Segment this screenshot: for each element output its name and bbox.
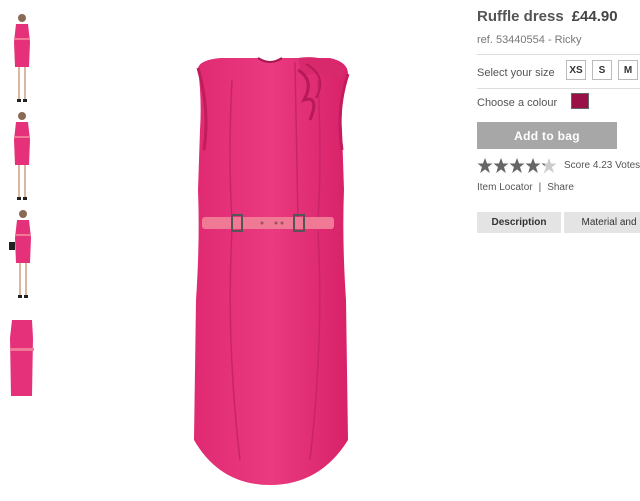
product-info-panel: Ruffle dress £44.90 ref. 53440554 - Ricky… (477, 0, 640, 501)
thumbnail-side-model[interactable] (6, 110, 48, 205)
size-label: Select your size (477, 67, 555, 79)
dress-model-icon (14, 112, 30, 200)
add-to-bag-button[interactable]: Add to bag (477, 122, 617, 149)
title-row: Ruffle dress £44.90 (477, 8, 618, 26)
colour-label: Choose a colour (477, 97, 558, 109)
product-reference: ref. 53440554 - Ricky (477, 34, 582, 46)
size-option-s[interactable]: S (592, 60, 612, 80)
utility-links: Item Locator | Share (477, 182, 574, 193)
colour-swatch[interactable] (571, 93, 589, 109)
product-price: £44.90 (571, 8, 618, 25)
thumbnail-front-model[interactable] (6, 12, 48, 107)
product-title: Ruffle dress (477, 8, 564, 25)
rating-score-text: Score 4.23 Votes (564, 160, 640, 171)
dress-icon (10, 320, 34, 396)
thumbnail-dress-only[interactable] (6, 318, 48, 398)
dress-model-icon (9, 210, 31, 298)
link-separator: | (538, 182, 542, 193)
star-rating-icon (477, 158, 557, 173)
size-option-m[interactable]: M (618, 60, 638, 80)
tab-material[interactable]: Material and (564, 212, 640, 233)
item-locator-link[interactable]: Item Locator (477, 182, 533, 193)
thumbnail-strip (0, 0, 60, 501)
main-product-image[interactable] (170, 40, 370, 490)
tab-description[interactable]: Description (477, 212, 561, 233)
dress-icon (194, 57, 350, 485)
divider (477, 54, 640, 55)
size-option-xs[interactable]: XS (566, 60, 586, 80)
divider (477, 88, 640, 89)
dress-model-icon (14, 14, 30, 102)
thumbnail-bag-model[interactable] (6, 208, 48, 303)
share-link[interactable]: Share (547, 182, 574, 193)
